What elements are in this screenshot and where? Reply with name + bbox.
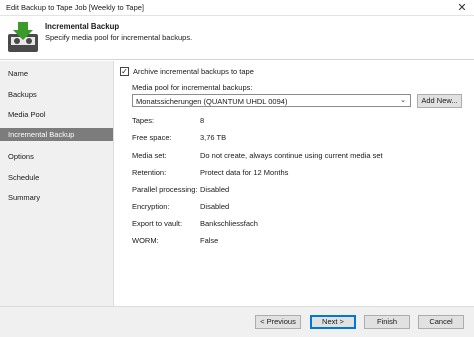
parallel-processing-label: Parallel processing: — [132, 185, 198, 194]
free-space-value: 3,76 TB — [200, 133, 227, 142]
sidebar-item-backups[interactable]: Backups — [0, 88, 113, 101]
page-subtitle: Specify media pool for incremental backu… — [45, 33, 193, 42]
previous-button[interactable]: < Previous — [255, 315, 301, 329]
export-to-vault-label: Export to vault: — [132, 219, 183, 228]
add-new-button[interactable]: Add New... — [417, 94, 462, 108]
wizard-steps-sidebar: Name Backups Media Pool Incremental Back… — [0, 61, 114, 306]
worm-value: False — [200, 236, 219, 245]
encryption-label: Encryption: — [132, 202, 170, 211]
encryption-value: Disabled — [200, 202, 230, 211]
chevron-down-icon[interactable]: ⌄ — [398, 96, 408, 106]
tapes-value: 8 — [200, 116, 205, 125]
window-title: Edit Backup to Tape Job [Weekly to Tape] — [6, 3, 145, 12]
close-icon[interactable]: ✕ — [454, 0, 470, 16]
worm-label: WORM: — [132, 236, 159, 245]
archive-incremental-checkbox[interactable]: ✓ — [120, 67, 129, 76]
export-to-vault-value: Bankschliessfach — [200, 219, 258, 228]
cancel-button[interactable]: Cancel — [418, 315, 464, 329]
tapes-label: Tapes: — [132, 116, 155, 125]
media-pool-label: Media pool for incremental backups: — [132, 83, 253, 92]
media-pool-select[interactable]: Monatssicherungen (QUANTUM UHDL 0094) ⌄ — [132, 94, 411, 107]
title-bar: Edit Backup to Tape Job [Weekly to Tape]… — [0, 0, 474, 16]
parallel-processing-value: Disabled — [200, 185, 230, 194]
sidebar-item-schedule[interactable]: Schedule — [0, 171, 113, 184]
archive-incremental-label[interactable]: Archive incremental backups to tape — [133, 67, 254, 76]
media-set-label: Media set: — [132, 151, 167, 160]
sidebar-item-summary[interactable]: Summary — [0, 191, 113, 204]
retention-label: Retention: — [132, 168, 167, 177]
retention-value: Protect data for 12 Months — [200, 168, 289, 177]
page-title: Incremental Backup — [45, 22, 120, 31]
sidebar-item-media-pool[interactable]: Media Pool — [0, 108, 113, 121]
sidebar-item-name[interactable]: Name — [0, 67, 113, 80]
sidebar-item-incremental-backup[interactable]: Incremental Backup — [0, 128, 113, 141]
next-button[interactable]: Next > — [310, 315, 356, 329]
media-pool-selected-value: Monatssicherungen (QUANTUM UHDL 0094) — [136, 97, 288, 106]
wizard-header: Incremental Backup Specify media pool fo… — [0, 16, 474, 60]
finish-button[interactable]: Finish — [364, 315, 410, 329]
sidebar-item-options[interactable]: Options — [0, 150, 113, 163]
tape-download-icon — [8, 22, 38, 52]
free-space-label: Free space: — [132, 133, 172, 142]
media-set-value: Do not create, always continue using cur… — [200, 151, 383, 160]
